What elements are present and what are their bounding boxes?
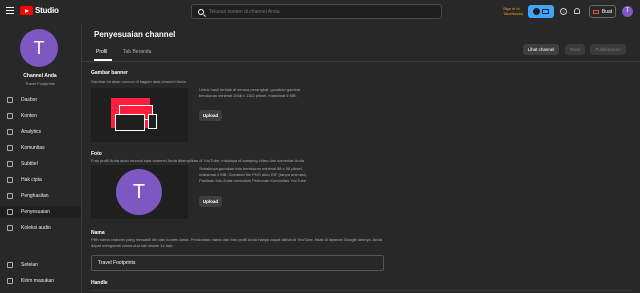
sidebar-item-copyright[interactable]: Hak cipta — [0, 174, 81, 186]
sidebar-item-label: Kirim masukan — [21, 278, 55, 284]
banner-upload-button[interactable]: Upload — [199, 110, 222, 121]
sidebar-item-label: Analytics — [21, 129, 42, 135]
toggle-box-icon — [542, 9, 549, 14]
community-icon — [7, 145, 13, 151]
tabs-divider — [82, 61, 640, 62]
search-bar[interactable] — [191, 4, 442, 19]
sidebar-item-label: Penghasilan — [21, 193, 49, 199]
sidebar-item-content[interactable]: Konten — [0, 110, 81, 122]
view-channel-button[interactable]: Lihat channel — [523, 44, 559, 55]
channel-name: Channel Anda — [23, 73, 57, 79]
photo-info-text: Sebaiknya gunakan foto berukuran minimal… — [199, 166, 308, 183]
audio-library-icon — [7, 225, 13, 231]
sidebar-item-label: Dasbor — [21, 97, 38, 103]
create-label: Buat — [601, 8, 613, 15]
account-avatar[interactable]: T — [622, 6, 633, 17]
notifications-bell-icon[interactable] — [574, 8, 580, 14]
sidebar-item-label: Hak cipta — [21, 177, 42, 183]
publish-button[interactable]: Publikasikan — [590, 44, 626, 55]
banner-info-text: Untuk hasil terbaik di semua perangkat, … — [199, 87, 301, 98]
sidebar-item-analytics[interactable]: Analytics — [0, 126, 81, 138]
youtube-play-icon — [20, 6, 33, 15]
banner-section-title: Gambar banner — [91, 70, 128, 76]
sidebar: T Channel Anda Travel Footprints Dasbor … — [0, 24, 82, 293]
studio-logo[interactable]: Studio — [20, 6, 59, 15]
feedback-icon — [7, 278, 13, 284]
sidebar-item-customization[interactable]: Penyesuaian — [0, 206, 81, 218]
search-icon[interactable] — [198, 8, 204, 15]
channel-name-field[interactable] — [91, 255, 384, 271]
toggle-dot-icon — [533, 8, 540, 15]
logo-text: Studio — [35, 6, 59, 15]
sidebar-item-label: Konten — [21, 113, 37, 119]
top-bar: Studio Sign in to Tabelbooks ? Buat T — [0, 0, 640, 24]
sidebar-item-label: Penyesuaian — [21, 209, 50, 215]
earn-icon — [7, 193, 13, 199]
sidebar-item-dashboard[interactable]: Dasbor — [0, 94, 81, 106]
copyright-icon — [7, 177, 13, 183]
hamburger-menu-icon[interactable] — [6, 7, 14, 15]
create-button[interactable]: Buat — [589, 5, 616, 18]
banner-preview — [91, 88, 188, 142]
banner-phone-shape — [148, 114, 157, 129]
content-icon — [7, 113, 13, 119]
channel-avatar[interactable]: T — [20, 29, 58, 67]
sidebar-item-label: Komunitas — [21, 145, 45, 151]
sidebar-item-community[interactable]: Komunitas — [0, 142, 81, 154]
analytics-icon — [7, 129, 13, 135]
search-input[interactable] — [209, 8, 429, 15]
handle-divider — [91, 290, 631, 291]
name-section-title: Nama — [91, 230, 105, 236]
cancel-button[interactable]: Batal — [565, 44, 585, 55]
channel-subtitle: Travel Footprints — [25, 81, 55, 86]
tab-profile[interactable]: Profil — [96, 49, 107, 55]
profile-photo-avatar: T — [116, 169, 162, 215]
settings-icon — [7, 262, 13, 268]
banner-laptop-shape — [115, 114, 145, 131]
sidebar-item-earn[interactable]: Penghasilan — [0, 190, 81, 202]
handle-section-title: Handle — [91, 280, 108, 286]
sidebar-item-audio-library[interactable]: Koleksi audio — [0, 222, 81, 234]
sidebar-item-subtitles[interactable]: Subtitel — [0, 158, 81, 170]
main-content: Penyesuaian channel Profil Tab Beranda L… — [82, 24, 640, 293]
customization-icon — [7, 209, 13, 215]
banner-section-desc: Gambar ini akan muncul di bagian atas ch… — [91, 79, 186, 84]
sidebar-item-label: Subtitel — [21, 161, 38, 167]
help-icon[interactable]: ? — [560, 8, 567, 15]
sidebar-item-label: Koleksi audio — [21, 225, 51, 231]
sidebar-item-label: Setelan — [21, 262, 38, 268]
mode-toggle-button[interactable] — [528, 5, 554, 18]
video-camera-icon — [592, 9, 599, 14]
photo-preview: T — [91, 165, 188, 219]
photo-section-title: Foto — [91, 151, 102, 157]
sidebar-item-feedback[interactable]: Kirim masukan — [0, 275, 81, 287]
photo-section-desc: Foto profil Anda akan muncul saat channe… — [91, 158, 305, 163]
dashboard-icon — [7, 97, 13, 103]
sidebar-item-settings[interactable]: Setelan — [0, 259, 81, 271]
signin-link[interactable]: Sign in to Tabelbooks — [503, 6, 527, 16]
photo-upload-button[interactable]: Upload — [199, 196, 222, 207]
page-title: Penyesuaian channel — [94, 30, 176, 39]
subtitles-icon — [7, 161, 13, 167]
name-section-desc: Pilih nama channel yang mewakili diri da… — [91, 237, 382, 248]
tab-home[interactable]: Tab Beranda — [123, 49, 151, 55]
